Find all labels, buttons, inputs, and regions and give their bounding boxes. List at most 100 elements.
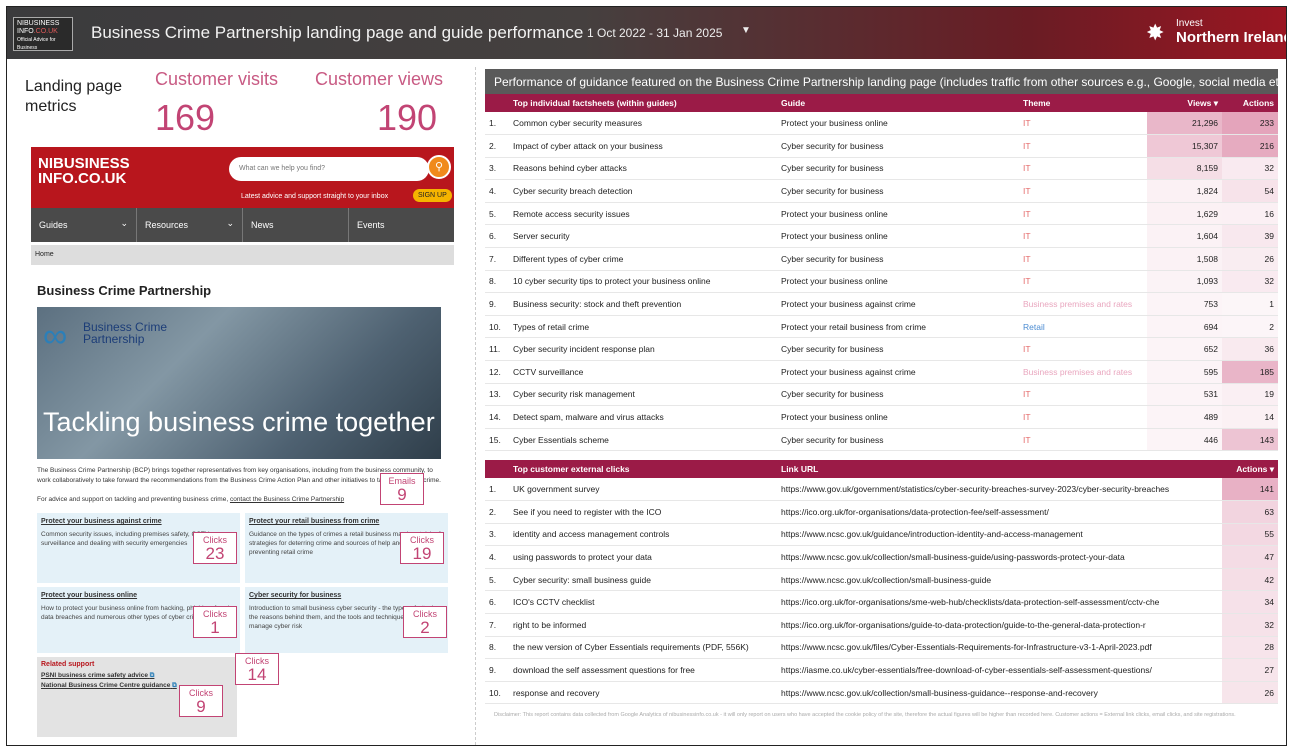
col-actions[interactable]: Actions xyxy=(1222,94,1278,112)
theme: Retail xyxy=(1019,315,1147,339)
col-external-click[interactable]: Top customer external clicks xyxy=(509,460,777,478)
row-number: 8. xyxy=(485,636,509,660)
col-guide[interactable]: Guide xyxy=(777,94,1019,112)
views-value: 1,824 xyxy=(1147,179,1222,203)
contact-link[interactable]: contact the Business Crime Partnership xyxy=(230,496,344,503)
table-row[interactable]: 2. See if you need to register with the I… xyxy=(485,500,1278,524)
table-row[interactable]: 2. Impact of cyber attack on your busines… xyxy=(485,134,1278,158)
table-row[interactable]: 4. using passwords to protect your data ht… xyxy=(485,545,1278,569)
views-value: 8,159 xyxy=(1147,157,1222,181)
table-row[interactable]: 5. Cyber security: small business guide ht… xyxy=(485,568,1278,592)
nav-guides[interactable]: Guides ⌄ xyxy=(31,208,137,242)
guide-name: Protect your business online xyxy=(777,405,1019,429)
theme: IT xyxy=(1019,157,1147,181)
link-url[interactable]: https://ico.org.uk/for-organisations/sme… xyxy=(777,590,1222,615)
table-row[interactable]: 1. Common cyber security measures Protect … xyxy=(485,112,1278,136)
guide-name: Cyber security for business xyxy=(777,337,1019,362)
row-number: 4. xyxy=(485,179,509,203)
theme: IT xyxy=(1019,405,1147,429)
col-theme[interactable]: Theme xyxy=(1019,94,1147,112)
actions-value: 26 xyxy=(1222,247,1278,271)
nav-news[interactable]: News xyxy=(243,208,349,242)
theme: IT xyxy=(1019,112,1147,136)
click-actions-value: 27 xyxy=(1222,658,1278,682)
row-number: 2. xyxy=(485,500,509,524)
search-icon[interactable]: ⚲ xyxy=(427,155,451,179)
table-row[interactable]: 3. Reasons behind cyber attacks Cyber secu… xyxy=(485,157,1278,181)
table-row[interactable]: 13. Cyber security risk management Cyber s… xyxy=(485,383,1278,407)
table-row[interactable]: 10. Types of retail crime Protect your ret… xyxy=(485,315,1278,339)
nav-resources[interactable]: Resources ⌄ xyxy=(137,208,243,242)
table-row[interactable]: 7. Different types of cyber crime Cyber se… xyxy=(485,247,1278,271)
table-row[interactable]: 11. Cyber security incident response plan… xyxy=(485,337,1278,362)
col-factsheet[interactable]: Top individual factsheets (within guides… xyxy=(509,94,777,112)
table-row[interactable]: 4. Cyber security breach detection Cyber s… xyxy=(485,179,1278,203)
link-url[interactable]: https://iasme.co.uk/cyber-essentials/fre… xyxy=(777,658,1222,682)
report-frame: NIBUSINESS INFO.CO.UK Official Advice fo… xyxy=(6,6,1287,746)
theme: IT xyxy=(1019,428,1147,452)
factsheet-name: Reasons behind cyber attacks xyxy=(509,157,777,181)
click-label: Cyber security: small business guide xyxy=(509,568,777,592)
table-row[interactable]: 3. identity and access management control… xyxy=(485,523,1278,547)
table-row[interactable]: 7. right to be informed https://ico.org.uk… xyxy=(485,613,1278,637)
psni-link[interactable]: PSNI business crime safety advice ⧉ xyxy=(41,671,233,681)
row-number: 1. xyxy=(485,112,509,136)
external-link-icon: ⧉ xyxy=(172,682,177,689)
table-row[interactable]: 12. CCTV surveillance Protect your busines… xyxy=(485,360,1278,384)
views-value: 1,604 xyxy=(1147,224,1222,249)
site-search-input[interactable]: What can we help you find? xyxy=(229,157,429,181)
theme: IT xyxy=(1019,202,1147,226)
col-link-url[interactable]: Link URL xyxy=(777,460,1222,478)
table-row[interactable]: 10. response and recovery https://www.ncsc… xyxy=(485,681,1278,705)
row-number: 6. xyxy=(485,224,509,249)
actions-value: 216 xyxy=(1222,134,1278,158)
link-url[interactable]: https://ico.org.uk/for-organisations/dat… xyxy=(777,500,1222,524)
click-label: ICO's CCTV checklist xyxy=(509,590,777,615)
views-value: 489 xyxy=(1147,405,1222,429)
views-value: 21,296 xyxy=(1147,112,1222,136)
table-row[interactable]: 8. the new version of Cyber Essentials re… xyxy=(485,636,1278,660)
actions-value: 14 xyxy=(1222,405,1278,429)
theme: IT xyxy=(1019,270,1147,294)
row-number: 1. xyxy=(485,478,509,502)
click-label: download the self assessment questions f… xyxy=(509,658,777,682)
table-row[interactable]: 15. Cyber Essentials scheme Cyber security… xyxy=(485,428,1278,452)
signup-button[interactable]: SIGN UP xyxy=(413,189,452,202)
table-row[interactable]: 5. Remote access security issues Protect y… xyxy=(485,202,1278,226)
row-number: 9. xyxy=(485,292,509,316)
click-actions-value: 55 xyxy=(1222,523,1278,547)
site-page-title: Business Crime Partnership xyxy=(37,283,212,298)
views-value: 15,307 xyxy=(1147,134,1222,158)
table-row[interactable]: 8. 10 cyber security tips to protect your… xyxy=(485,270,1278,294)
col-number xyxy=(485,460,509,478)
factsheet-name: CCTV surveillance xyxy=(509,360,777,384)
callout-clicks-psni: Clicks 14 xyxy=(235,653,279,685)
callout-clicks-nbcc: Clicks 9 xyxy=(179,685,223,717)
customer-visits-title: Customer visits xyxy=(155,69,279,89)
theme: IT xyxy=(1019,224,1147,249)
table-row[interactable]: 6. Server security Protect your business o… xyxy=(485,224,1278,249)
table-row[interactable]: 1. UK government survey https://www.gov.uk… xyxy=(485,478,1278,502)
col-views[interactable]: Views ▾ xyxy=(1147,94,1222,112)
link-url[interactable]: https://www.ncsc.gov.uk/collection/small… xyxy=(777,568,1222,592)
factsheet-name: Impact of cyber attack on your business xyxy=(509,134,777,158)
table-row[interactable]: 14. Detect spam, malware and virus attack… xyxy=(485,405,1278,429)
table-row[interactable]: 9. Business security: stock and theft pre… xyxy=(485,292,1278,316)
link-url[interactable]: https://www.ncsc.gov.uk/guidance/introdu… xyxy=(777,523,1222,547)
nav-events[interactable]: Events xyxy=(349,208,454,242)
link-url[interactable]: https://www.ncsc.gov.uk/collection/small… xyxy=(777,681,1222,705)
factsheet-name: Common cyber security measures xyxy=(509,112,777,136)
link-url[interactable]: https://www.ncsc.gov.uk/collection/small… xyxy=(777,545,1222,569)
link-url[interactable]: https://ico.org.uk/for-organisations/gui… xyxy=(777,613,1222,637)
link-url[interactable]: https://www.gov.uk/government/statistics… xyxy=(777,478,1222,502)
table-row[interactable]: 6. ICO's CCTV checklist https://ico.org.uk… xyxy=(485,590,1278,615)
actions-value: 2 xyxy=(1222,315,1278,339)
guides-table: Top individual factsheets (within guides… xyxy=(485,94,1278,452)
link-url[interactable]: https://www.ncsc.gov.uk/files/Cyber-Esse… xyxy=(777,636,1222,660)
table-row[interactable]: 9. download the self assessment questions… xyxy=(485,658,1278,682)
click-actions-value: 34 xyxy=(1222,590,1278,615)
chevron-down-icon[interactable]: ▼ xyxy=(741,25,751,36)
date-range-selector[interactable]: 1 Oct 2022 - 31 Jan 2025 xyxy=(587,26,722,40)
col-click-actions[interactable]: Actions ▾ xyxy=(1222,460,1278,478)
breadcrumb[interactable]: Home xyxy=(31,245,454,265)
